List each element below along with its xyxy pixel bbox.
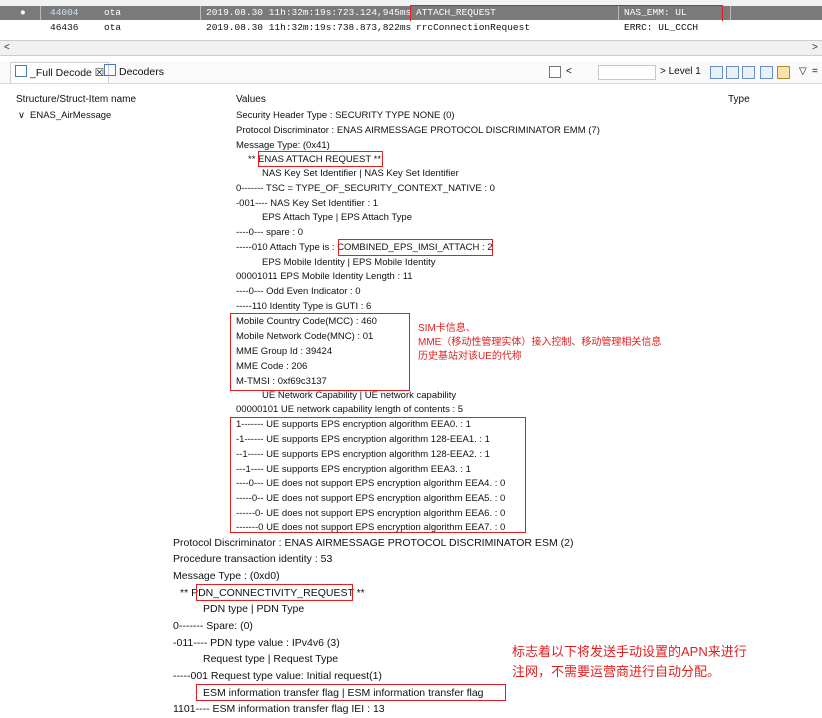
- identity-box: [230, 313, 410, 391]
- row-bullet: ●: [20, 7, 26, 18]
- esm-line: Protocol Discriminator : ENAS AIRMESSAGE…: [173, 537, 574, 549]
- packet-time: 2019.08.30 11h:32m:19s:723.124,945ms: [206, 7, 412, 18]
- level-selector[interactable]: > Level 1: [660, 66, 701, 77]
- prev-arrow-button[interactable]: <: [566, 66, 572, 77]
- search-icon[interactable]: [777, 66, 790, 79]
- packet-time: 2019.08.30 11h:32m:19s:738.873,822ms: [206, 22, 412, 33]
- decode-line: ----0--- Odd Even Indicator : 0: [236, 286, 361, 297]
- decode-line: NAS Key Set Identifier | NAS Key Set Ide…: [262, 168, 459, 179]
- col-divider: [40, 6, 41, 20]
- attach-type-box: [338, 239, 493, 256]
- tab-full-decode-label: _Full Decode ☒: [30, 67, 105, 79]
- esm-flag-box: [196, 684, 506, 701]
- apn-note-line: 标志着以下将发送手动设置的APN来进行: [512, 644, 747, 659]
- tab-decoders-label: Decoders: [119, 66, 164, 78]
- tree-root-item[interactable]: ENAS_AirMessage: [30, 110, 111, 122]
- collapse-all-icon[interactable]: [726, 66, 739, 79]
- decode-line: EPS Mobile Identity | EPS Mobile Identit…: [262, 257, 436, 268]
- decode-line: UE Network Capability | UE network capab…: [262, 390, 457, 401]
- sim-note-line: 历史基站对该UE的代称: [418, 351, 522, 362]
- filter-checkbox[interactable]: [549, 66, 561, 81]
- decode-line: -----110 Identity Type is GUTI : 6: [236, 301, 372, 312]
- level-input[interactable]: [598, 65, 656, 80]
- packet-source: ota: [104, 7, 122, 18]
- packet-row[interactable]: 46436 ota 2019.08.30 11h:32m:19s:738.873…: [0, 21, 822, 35]
- pdn-request-box: [196, 584, 353, 601]
- esm-line: -011---- PDN type value : IPv4v6 (3): [173, 637, 340, 649]
- esm-line: Message Type : (0xd0): [173, 570, 280, 582]
- horizontal-scrollbar[interactable]: < >: [0, 40, 822, 56]
- tree-expander-icon[interactable]: ∨: [18, 110, 25, 122]
- scroll-right-button[interactable]: >: [812, 41, 818, 55]
- tab-full-decode[interactable]: _Full Decode ☒: [10, 62, 110, 83]
- col-divider: [200, 6, 201, 20]
- packet-source: ota: [104, 22, 122, 33]
- grid-icon: [104, 64, 116, 76]
- esm-line: 1101---- ESM information transfer flag I…: [173, 703, 385, 715]
- decode-line: ----0--- spare : 0: [236, 227, 304, 238]
- packet-channel: ERRC: UL_CCCH: [624, 22, 699, 33]
- esm-line: Request type | Request Type: [203, 653, 339, 665]
- hex-view-icon[interactable]: [760, 66, 773, 79]
- column-header-type[interactable]: Type: [728, 94, 750, 105]
- apn-note-line: 注网，不需要运营商进行自动分配。: [512, 664, 721, 679]
- decode-line: EPS Attach Type | EPS Attach Type: [262, 212, 412, 223]
- packet-message: rrcConnectionRequest: [416, 22, 531, 33]
- esm-line: Procedure transaction identity : 53: [173, 553, 333, 565]
- tab-decoders[interactable]: Decoders: [100, 62, 168, 82]
- sim-note-line: MME（移动性管理实体）接入控制、移动管理相关信息: [418, 337, 662, 348]
- esm-line: -----001 Request type value: Initial req…: [173, 670, 382, 682]
- decode-line: 0------- TSC = TYPE_OF_SECURITY_CONTEXT_…: [236, 183, 495, 194]
- minimize-button[interactable]: =: [812, 66, 818, 77]
- packet-id[interactable]: 46436: [50, 21, 79, 35]
- expand-all-icon[interactable]: [710, 66, 723, 79]
- decode-line: Protocol Discriminator : ENAS AIRMESSAGE…: [236, 125, 600, 136]
- decode-line: Security Header Type : SECURITY TYPE NON…: [236, 110, 455, 121]
- col-divider: [730, 6, 731, 20]
- scroll-left-button[interactable]: <: [4, 41, 10, 55]
- table-view-icon[interactable]: [742, 66, 755, 79]
- column-header-structure[interactable]: Structure/Struct-Item name: [16, 94, 136, 105]
- packet-id[interactable]: 44004: [50, 6, 79, 20]
- sim-note-line: SIM卡信息、: [418, 323, 476, 334]
- decode-tab-bar: _Full Decode ☒ Decoders < > Level 1 ▽ =: [0, 61, 822, 84]
- decode-line: -001---- NAS Key Set Identifier : 1: [236, 198, 379, 209]
- capability-box: [230, 417, 526, 533]
- esm-line: PDN type | PDN Type: [203, 603, 305, 615]
- column-header-values[interactable]: Values: [236, 94, 266, 105]
- decode-line: 00000101 UE network capability length of…: [236, 404, 464, 415]
- esm-line: 0------- Spare: (0): [173, 620, 253, 632]
- attach-request-highlight: [410, 5, 723, 22]
- decode-icon: [15, 65, 27, 77]
- decode-line: 00001011 EPS Mobile Identity Length : 11: [236, 271, 413, 282]
- view-menu-icon[interactable]: ▽: [799, 66, 807, 77]
- attach-request-box: [258, 151, 383, 167]
